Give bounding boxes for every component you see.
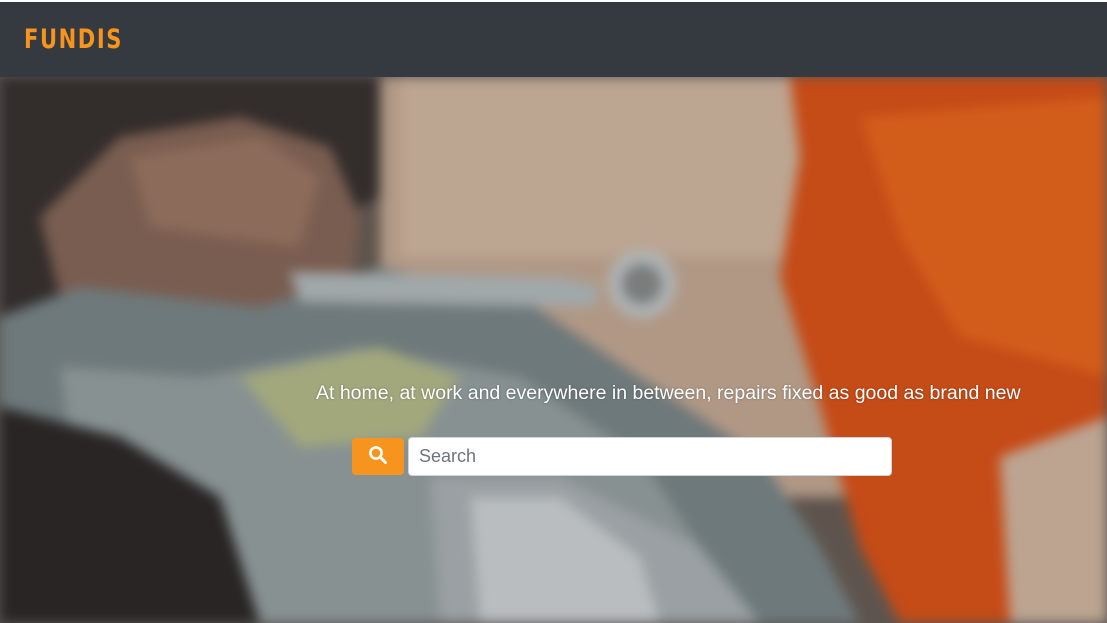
- hero-tagline: At home, at work and everywhere in betwe…: [316, 382, 1021, 404]
- page: FUNDIS At home, at work and everywhere i…: [0, 0, 1107, 623]
- search-icon: [368, 445, 388, 468]
- navbar: FUNDIS: [0, 2, 1107, 77]
- hero-background-image: [0, 77, 1107, 623]
- search-input[interactable]: [408, 437, 892, 476]
- brand-logo-text: FUNDIS: [24, 24, 123, 55]
- search-button[interactable]: [352, 438, 404, 475]
- brand-logo[interactable]: FUNDIS: [24, 22, 151, 58]
- hero-section: At home, at work and everywhere in betwe…: [0, 77, 1107, 623]
